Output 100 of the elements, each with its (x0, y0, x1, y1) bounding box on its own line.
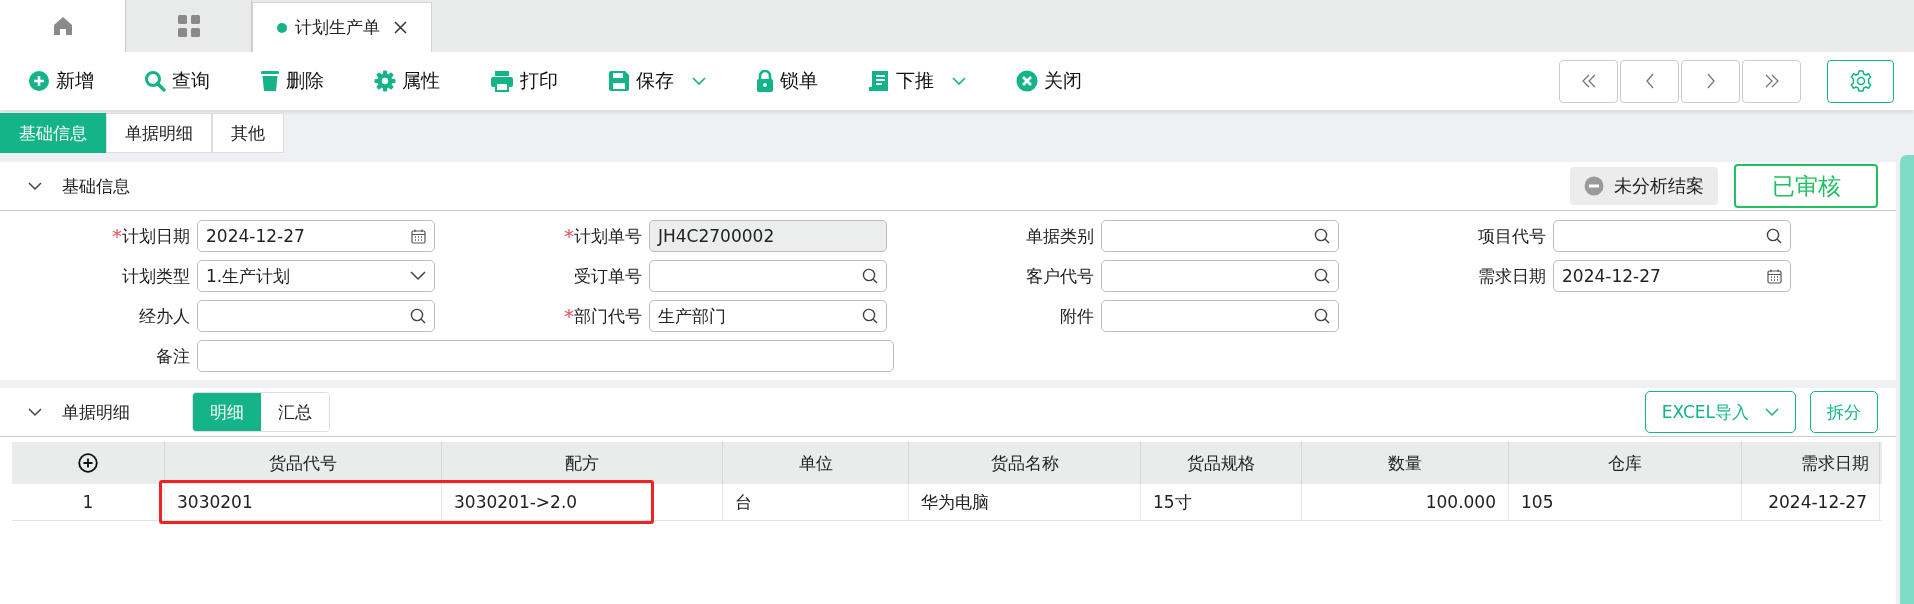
section-title: 基础信息 (62, 174, 130, 198)
lookup-field[interactable] (197, 300, 435, 332)
settings-button[interactable] (1827, 59, 1894, 103)
required-mark: * (564, 304, 574, 328)
search-icon (144, 70, 166, 92)
grid-icon (176, 14, 201, 38)
required-mark: * (112, 224, 122, 248)
first-button[interactable] (1559, 59, 1618, 103)
close-icon[interactable] (394, 21, 407, 34)
home-tab[interactable] (0, 0, 126, 52)
form-tab[interactable]: 单据明细 (106, 113, 212, 153)
chevron-icon (28, 181, 42, 191)
document-icon (868, 70, 890, 92)
document-tab[interactable]: 计划生产单 (252, 2, 432, 52)
printer-icon (490, 70, 514, 92)
approval-stamp: 已审核 (1734, 164, 1878, 208)
field-label: 项目代号 (1478, 224, 1546, 248)
column-header[interactable]: 货品规格 (1141, 442, 1302, 484)
toolbar-button[interactable]: 删除 (260, 61, 324, 101)
column-header[interactable]: 数量 (1302, 442, 1509, 484)
lock-icon (756, 70, 774, 92)
search-icon (862, 268, 878, 284)
field-label: 单据类别 (1026, 224, 1094, 248)
lookup-field[interactable] (1101, 300, 1339, 332)
calendar-icon (1767, 268, 1782, 284)
toolbar-button[interactable]: 关闭 (1016, 61, 1082, 101)
gear-icon (374, 70, 396, 92)
save-icon (608, 70, 630, 92)
next-button[interactable] (1681, 59, 1740, 103)
plus-circle-icon (78, 453, 98, 473)
previous-button[interactable] (1620, 59, 1679, 103)
remark-field[interactable] (197, 340, 894, 372)
toolbar-button[interactable]: 锁单 (756, 61, 818, 101)
field-label: 计划日期 (122, 224, 190, 248)
toolbar-button[interactable]: 下推 (868, 61, 966, 101)
chevron-icon (28, 407, 42, 417)
chevron-left-icon (1644, 73, 1655, 89)
toolbar-button[interactable]: 查询 (144, 61, 210, 101)
double-chevron-left-icon (1580, 74, 1597, 88)
search-icon (1314, 268, 1330, 284)
lookup-field[interactable] (1101, 220, 1339, 252)
column-header[interactable]: 货品名称 (909, 442, 1141, 484)
scrollbar[interactable] (1900, 155, 1914, 604)
toolbar-button[interactable]: 打印 (490, 61, 558, 101)
calendar-icon (411, 228, 426, 244)
column-header[interactable]: 货品代号 (165, 442, 442, 484)
row-number: 1 (12, 484, 165, 520)
field-label: 客户代号 (1026, 264, 1094, 288)
field-label: 计划类型 (122, 264, 190, 288)
select-field[interactable]: 1.生产计划 (197, 260, 435, 292)
section-title: 单据明细 (62, 400, 130, 424)
field-label: 受订单号 (574, 264, 642, 288)
trash-icon (260, 70, 280, 92)
table-cell: 2024-12-27 (1742, 484, 1880, 520)
column-header[interactable]: 配方 (442, 442, 723, 484)
table-cell: 3030201 (165, 484, 442, 520)
chevron-down-icon (692, 76, 706, 86)
column-header[interactable]: 仓库 (1509, 442, 1742, 484)
lookup-field[interactable] (649, 260, 887, 292)
chevron-down-icon (1765, 407, 1779, 417)
chevron-down-icon (410, 271, 426, 281)
lookup-field[interactable] (1553, 220, 1791, 252)
field-label: 备注 (156, 344, 190, 368)
column-header[interactable]: 单位 (723, 442, 909, 484)
status-badge: 未分析结案 (1570, 167, 1718, 205)
settings-icon (1848, 69, 1873, 93)
chevron-right-icon (1705, 73, 1716, 89)
search-icon (862, 308, 878, 324)
table-cell: 15寸 (1141, 484, 1302, 520)
required-mark: * (564, 224, 574, 248)
tab-title: 计划生产单 (295, 16, 380, 39)
search-icon (1314, 228, 1330, 244)
search-icon (1766, 228, 1782, 244)
last-button[interactable] (1742, 59, 1801, 103)
field-label: 计划单号 (574, 224, 642, 248)
lookup-field[interactable]: 生产部门 (649, 300, 887, 332)
table-cell: 100.000 (1302, 484, 1509, 520)
date-field[interactable]: 2024-12-27 (197, 220, 435, 252)
home-icon (51, 15, 74, 37)
toolbar-button[interactable]: 新增 (28, 61, 94, 101)
field-label: 部门代号 (574, 304, 642, 328)
double-chevron-right-icon (1763, 74, 1780, 88)
column-header[interactable]: 需求日期 (1742, 442, 1880, 484)
field-label: 经办人 (139, 304, 190, 328)
table-cell: 3030201->2.0 (442, 484, 723, 520)
toolbar-button[interactable]: 保存 (608, 61, 706, 101)
table-cell: 105 (1509, 484, 1742, 520)
table-cell: 华为电脑 (909, 484, 1141, 520)
toolbar-button[interactable]: 属性 (374, 61, 440, 101)
table-cell: 台 (723, 484, 909, 520)
field-label: 需求日期 (1478, 264, 1546, 288)
status-dot (277, 22, 287, 33)
minus-circle-icon (1584, 176, 1604, 196)
close-icon (1016, 70, 1038, 92)
lookup-field[interactable] (1101, 260, 1339, 292)
chevron-down-icon (952, 76, 966, 86)
date-field[interactable]: 2024-12-27 (1553, 260, 1791, 292)
add-icon (28, 70, 50, 92)
form-tab[interactable]: 其他 (212, 113, 284, 153)
field-label: 附件 (1060, 304, 1094, 328)
